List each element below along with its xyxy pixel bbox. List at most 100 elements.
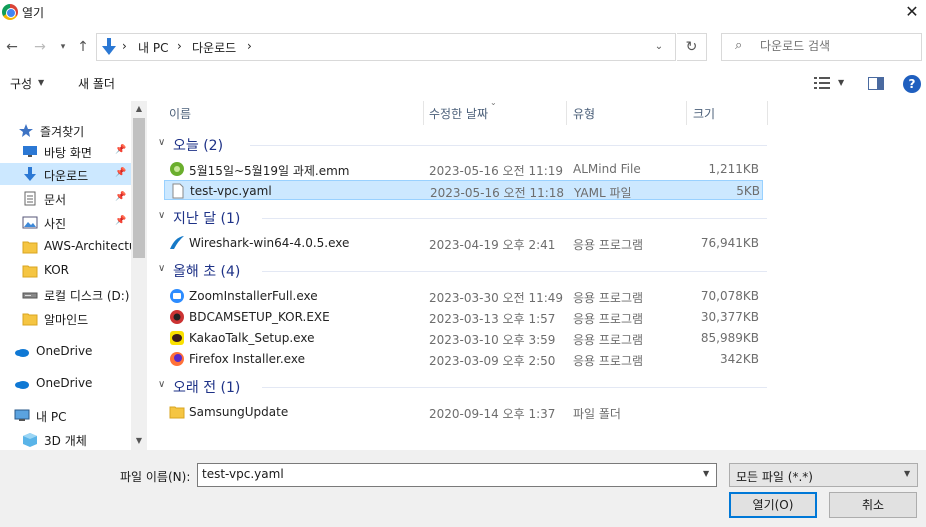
folder-icon — [22, 311, 38, 326]
search-input[interactable] — [760, 38, 910, 54]
file-type: 응용 프로그램 — [573, 312, 644, 326]
file-size: 30,377KB — [700, 310, 759, 324]
sidebar-item[interactable]: OneDrive — [0, 372, 131, 394]
column-divider[interactable] — [686, 101, 687, 125]
column-divider[interactable] — [767, 101, 768, 125]
file-date: 2023-05-16 오전 11:18 — [430, 186, 565, 200]
chevron-down-icon: ∨ — [158, 379, 166, 390]
picture-icon — [22, 215, 38, 229]
close-button[interactable]: ✕ — [898, 0, 926, 24]
column-header-name[interactable]: 이름 — [169, 105, 191, 122]
column-divider[interactable] — [423, 101, 424, 125]
cancel-button[interactable]: 취소 — [829, 492, 917, 518]
chevron-down-icon[interactable]: ▼ — [703, 469, 709, 478]
breadcrumb-item-downloads[interactable]: 다운로드 — [192, 39, 236, 56]
file-date: 2023-04-19 오후 2:41 — [429, 238, 556, 252]
sidebar-item-label: OneDrive — [36, 344, 93, 358]
open-button[interactable]: 열기(O) — [729, 492, 817, 518]
download-arrow-icon — [22, 167, 38, 181]
column-header-size[interactable]: 크기 — [693, 105, 715, 122]
scrollbar-thumb[interactable] — [133, 118, 145, 258]
file-size: 1,211KB — [708, 162, 759, 176]
chevron-down-icon: ∨ — [158, 263, 166, 274]
star-icon — [18, 123, 34, 137]
file-row[interactable]: Firefox Installer.exe 2023-03-09 오후 2:50 응… — [164, 349, 763, 369]
wireshark-icon — [169, 235, 185, 251]
back-button[interactable]: ← — [2, 38, 22, 56]
organize-button[interactable]: 구성 — [10, 75, 32, 92]
sidebar-item-label: 바탕 화면 — [44, 146, 92, 160]
file-size: 5KB — [736, 184, 760, 198]
refresh-button[interactable]: ↻ — [677, 33, 707, 61]
pin-icon: 📌 — [115, 168, 127, 178]
folder-icon — [169, 404, 185, 420]
filename-input[interactable]: test-vpc.yaml — [197, 463, 717, 487]
file-date: 2023-05-16 오전 11:19 — [429, 164, 564, 178]
file-row[interactable]: test-vpc.yaml 2023-05-16 오전 11:18 YAML 파일 5… — [164, 180, 763, 200]
file-row[interactable]: ZoomInstallerFull.exe 2023-03-30 오전 11:49… — [164, 286, 763, 306]
file-row[interactable]: Wireshark-win64-4.0.5.exe 2023-04-19 오후 2… — [164, 233, 763, 253]
forward-button[interactable]: → — [30, 38, 50, 56]
arrow-right-icon: → — [34, 39, 46, 55]
sidebar-item-label: 즐겨찾기 — [40, 125, 85, 139]
cloud-icon — [14, 344, 30, 358]
file-date: 2023-03-09 오후 2:50 — [429, 354, 556, 368]
scroll-up-arrow[interactable]: ▲ — [131, 104, 147, 113]
chrome-icon — [2, 4, 18, 20]
sidebar-item[interactable]: 바탕 화면 📌 — [0, 140, 131, 162]
cube-icon — [22, 432, 38, 447]
file-row[interactable]: SamsungUpdate 2020-09-14 오후 1:37 파일 폴더 — [164, 402, 763, 422]
file-row[interactable]: 5월15일~5월19일 과제.emm 2023-05-16 오전 11:19 ALM… — [164, 159, 763, 179]
file-date: 2023-03-30 오전 11:49 — [429, 291, 564, 305]
chevron-down-icon[interactable]: ▼ — [838, 78, 844, 87]
breadcrumb-separator: › — [122, 39, 127, 53]
sidebar-item[interactable]: 3D 개체 — [0, 428, 131, 450]
bandicam-icon — [169, 309, 185, 325]
file-size: 76,941KB — [700, 236, 759, 250]
file-type: 응용 프로그램 — [573, 333, 644, 347]
new-folder-button[interactable]: 새 폴더 — [78, 75, 115, 92]
chevron-down-icon[interactable]: ▼ — [904, 469, 910, 478]
sidebar-item[interactable]: 내 PC — [0, 404, 131, 426]
recent-locations-button[interactable]: ▾ — [56, 38, 70, 56]
address-dropdown-button[interactable]: ⌄ — [651, 38, 667, 56]
file-name: 5월15일~5월19일 과제.emm — [189, 164, 350, 178]
sidebar-item[interactable]: KOR — [0, 259, 131, 281]
file-row[interactable]: BDCAMSETUP_KOR.EXE 2023-03-13 오후 1:57 응용 프… — [164, 307, 763, 327]
file-name: KakaoTalk_Setup.exe — [189, 331, 315, 345]
desktop-icon — [22, 144, 38, 158]
sort-caret-icon: ⌄ — [490, 98, 497, 107]
folder-icon — [22, 239, 38, 254]
breadcrumb-item-pc[interactable]: 내 PC — [138, 39, 168, 56]
file-type: 파일 폴더 — [573, 407, 621, 421]
zoom-icon — [169, 288, 185, 304]
sidebar-item-label: AWS-Architectu — [44, 239, 137, 253]
sidebar-item[interactable]: 다운로드 📌 — [0, 163, 131, 185]
sidebar-item[interactable]: 알마인드 — [0, 307, 131, 329]
sidebar-item[interactable]: 사진 📌 — [0, 211, 131, 233]
preview-pane-icon[interactable] — [868, 77, 884, 90]
up-button[interactable]: ↑ — [74, 38, 92, 56]
column-divider[interactable] — [566, 101, 567, 125]
column-header-modified[interactable]: 수정한 날짜 — [429, 105, 488, 122]
scroll-down-arrow[interactable]: ▼ — [131, 436, 147, 445]
file-type-select[interactable]: 모든 파일 (*.*) — [729, 463, 918, 487]
firefox-icon — [169, 351, 185, 367]
file-row[interactable]: KakaoTalk_Setup.exe 2023-03-10 오후 3:59 응용 … — [164, 328, 763, 348]
file-size: 85,989KB — [700, 331, 759, 345]
sidebar-item[interactable]: OneDrive — [0, 340, 131, 362]
sidebar-item[interactable]: AWS-Architectu — [0, 235, 137, 257]
folder-icon — [22, 263, 38, 278]
group-label: 오늘 (2) — [173, 138, 224, 154]
file-name: ZoomInstallerFull.exe — [189, 289, 318, 303]
sidebar-item[interactable]: 문서 📌 — [0, 187, 131, 209]
column-header-type[interactable]: 유형 — [573, 105, 595, 122]
download-arrow-icon — [102, 38, 116, 55]
help-icon[interactable]: ? — [903, 75, 921, 93]
sidebar-item[interactable]: 즐겨찾기 — [0, 119, 131, 141]
file-name: BDCAMSETUP_KOR.EXE — [189, 310, 330, 324]
sidebar-item[interactable]: 로컬 디스크 (D:) — [0, 283, 131, 305]
kakaotalk-icon — [169, 330, 185, 346]
address-bar[interactable] — [96, 33, 676, 61]
view-options-icon[interactable] — [814, 76, 830, 90]
